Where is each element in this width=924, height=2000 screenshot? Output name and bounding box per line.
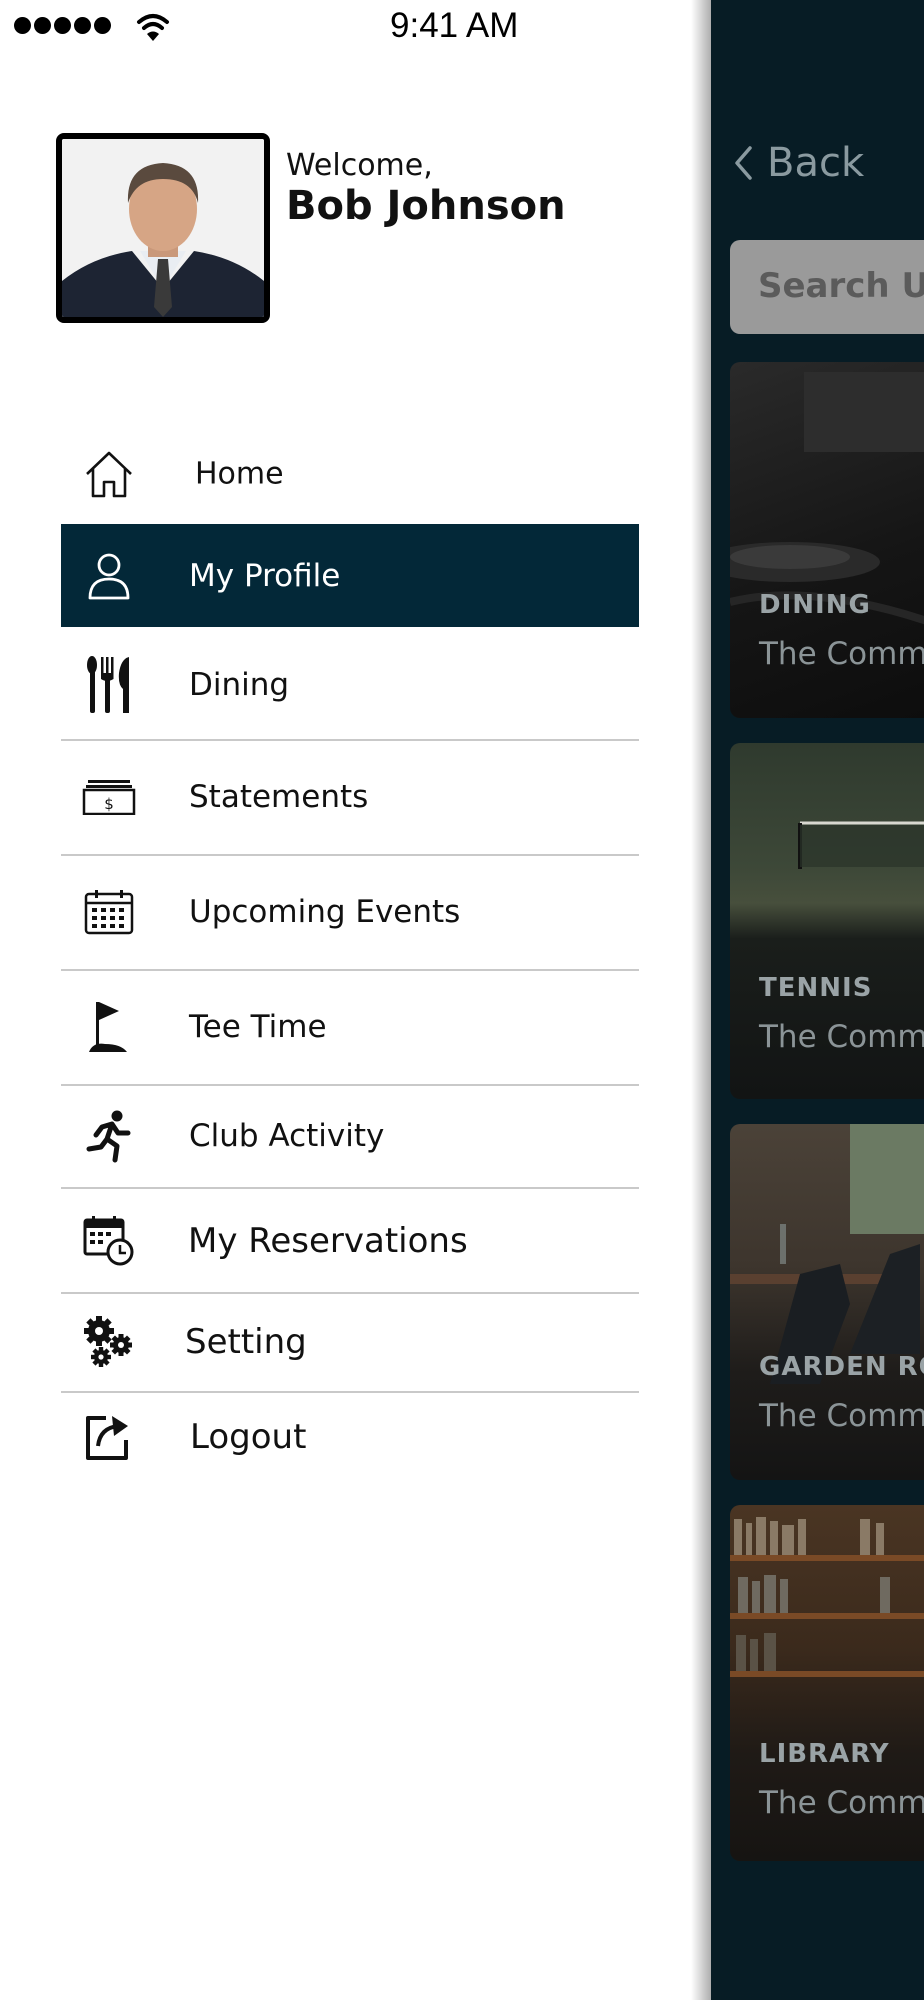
menu-item-statements[interactable]: $ Statements: [61, 741, 639, 853]
search-input[interactable]: Search Up: [730, 240, 924, 334]
logout-icon: [79, 1407, 139, 1467]
svg-text:$: $: [104, 795, 114, 813]
golf-flag-icon: [79, 997, 139, 1057]
home-icon: [79, 444, 139, 504]
menu-item-tee-time[interactable]: Tee Time: [61, 971, 639, 1083]
menu-item-my-reservations[interactable]: My Reservations: [61, 1189, 639, 1292]
menu-item-club-activity[interactable]: Club Activity: [61, 1086, 639, 1186]
menu-label: Upcoming Events: [189, 894, 461, 930]
menu-label: Dining: [189, 666, 290, 703]
venue-card-library[interactable]: LIBRARY The Comm: [730, 1505, 924, 1861]
card-subtitle: The Comm: [759, 636, 924, 672]
bill-icon: $: [79, 767, 139, 827]
card-category: TENNIS: [759, 973, 873, 1003]
card-subtitle: The Comm: [759, 1019, 924, 1055]
menu-label: My Profile: [189, 557, 341, 594]
signal-strength-icon: [14, 17, 111, 34]
venue-card-dining[interactable]: DINING The Comm: [730, 362, 924, 718]
menu-item-upcoming-events[interactable]: Upcoming Events: [61, 856, 639, 968]
back-label: Back: [767, 140, 865, 186]
panel-shadow: [691, 0, 713, 2000]
main-content-panel[interactable]: Back Search Up DINING The Comm TENNIS Th…: [711, 0, 924, 2000]
menu-item-logout[interactable]: Logout: [61, 1393, 639, 1481]
profile-photo: [62, 139, 264, 317]
card-category: GARDEN RO: [759, 1352, 924, 1382]
card-subtitle: The Comm: [759, 1785, 924, 1821]
avatar[interactable]: [56, 133, 270, 323]
calendar-clock-icon: [79, 1211, 139, 1271]
welcome-text: Welcome,: [286, 148, 433, 183]
card-category: DINING: [759, 590, 871, 620]
menu-label: Setting: [185, 1322, 307, 1362]
back-button[interactable]: Back: [733, 140, 864, 186]
user-icon: [79, 546, 139, 606]
chevron-left-icon: [735, 146, 752, 180]
card-subtitle: The Comm: [759, 1398, 924, 1434]
menu-label: Logout: [190, 1417, 307, 1457]
menu-label: My Reservations: [188, 1220, 468, 1261]
user-name: Bob Johnson: [286, 183, 566, 229]
menu-label: Club Activity: [189, 1118, 385, 1154]
status-bar: 9:41 AM: [0, 0, 710, 54]
wifi-icon: [137, 14, 169, 41]
menu-item-my-profile[interactable]: My Profile: [61, 524, 639, 627]
venue-card-tennis[interactable]: TENNIS The Comm: [730, 743, 924, 1099]
menu-label: Statements: [189, 779, 369, 815]
status-time: 9:41 AM: [390, 6, 519, 45]
menu-label: Home: [195, 456, 284, 492]
card-category: LIBRARY: [759, 1739, 890, 1769]
menu-item-dining[interactable]: Dining: [61, 631, 639, 738]
runner-icon: [79, 1106, 139, 1166]
calendar-icon: [79, 882, 139, 942]
menu-item-setting[interactable]: Setting: [61, 1294, 639, 1390]
venue-card-garden-room[interactable]: GARDEN RO The Comm: [730, 1124, 924, 1480]
fork-knife-icon: [79, 655, 139, 715]
menu-item-home[interactable]: Home: [61, 432, 639, 516]
search-placeholder: Search Up: [758, 266, 924, 306]
gears-icon: [79, 1312, 139, 1372]
menu-label: Tee Time: [189, 1009, 327, 1045]
